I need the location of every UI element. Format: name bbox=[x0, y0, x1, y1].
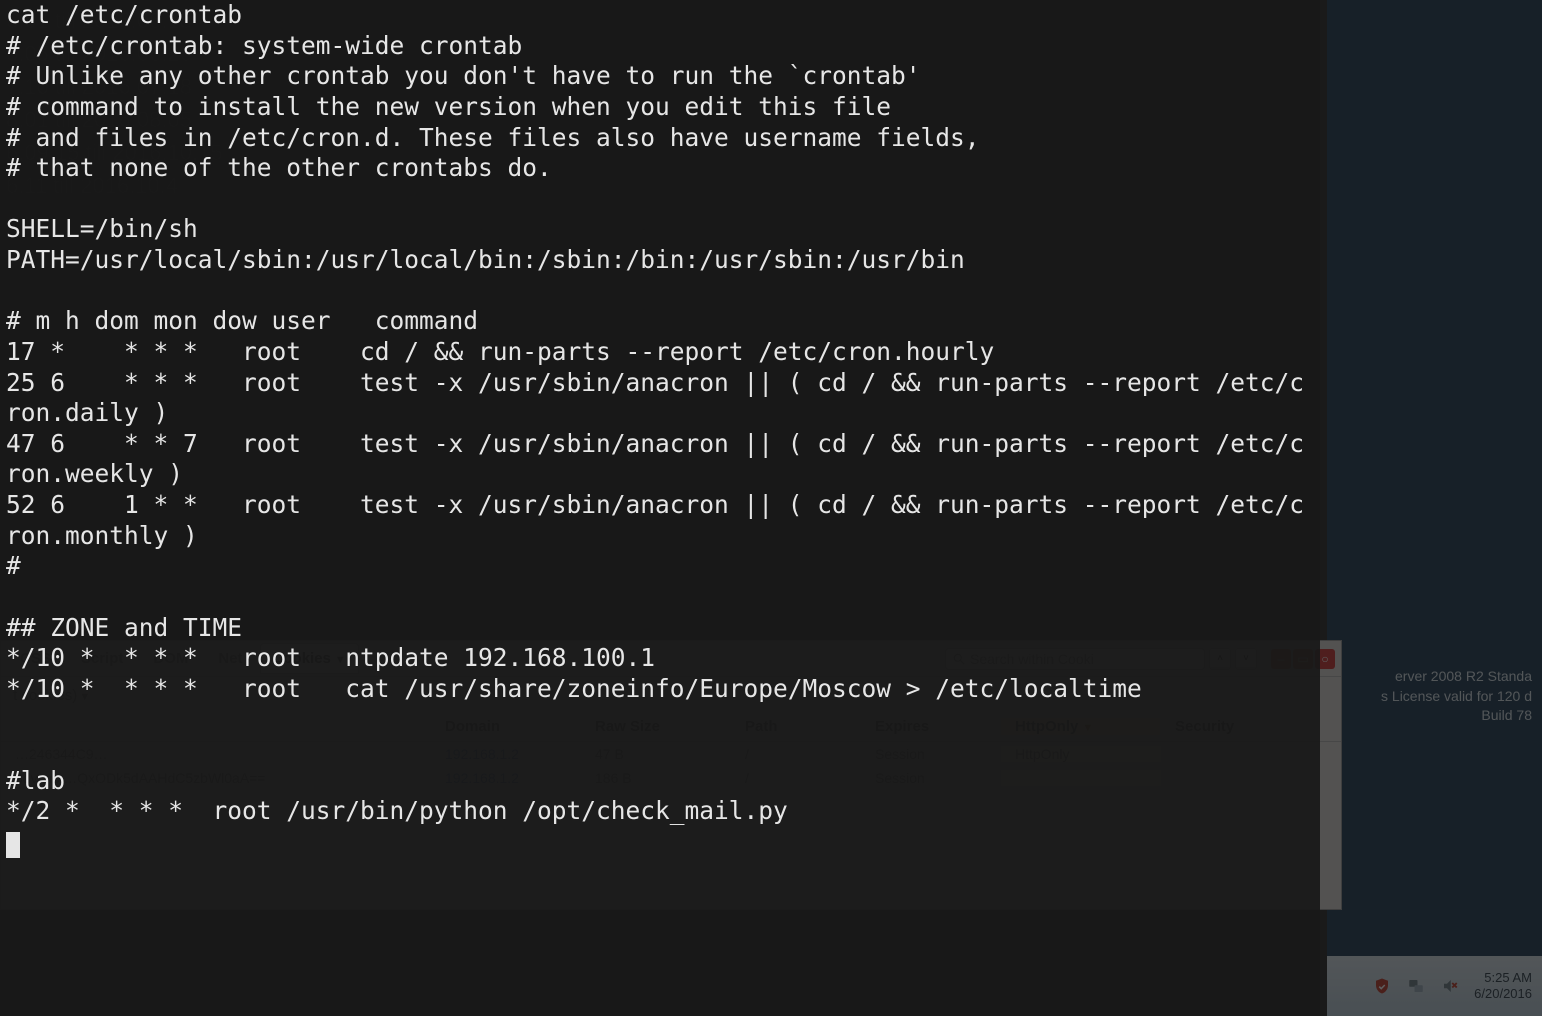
terminal-window[interactable]: cat /etc/crontab # /etc/crontab: system-… bbox=[0, 0, 1320, 1016]
windows-taskbar[interactable]: 5:25 AM 6/20/2016 bbox=[1327, 956, 1542, 1016]
windows-build-info: erver 2008 R2 Standa s License valid for… bbox=[1332, 667, 1532, 726]
volume-muted-icon[interactable] bbox=[1440, 976, 1460, 996]
win-info-line: erver 2008 R2 Standa bbox=[1332, 667, 1532, 687]
tray-clock[interactable]: 5:25 AM 6/20/2016 bbox=[1474, 970, 1532, 1003]
tray-date: 6/20/2016 bbox=[1474, 986, 1532, 1002]
network-icon[interactable] bbox=[1406, 976, 1426, 996]
windows-desktop-strip: erver 2008 R2 Standa s License valid for… bbox=[1327, 0, 1542, 1016]
tray-time: 5:25 AM bbox=[1484, 970, 1532, 986]
win-info-line: Build 78 bbox=[1332, 706, 1532, 726]
win-info-line: s License valid for 120 d bbox=[1332, 687, 1532, 707]
terminal-cursor bbox=[6, 832, 20, 858]
shield-icon[interactable] bbox=[1372, 976, 1392, 996]
